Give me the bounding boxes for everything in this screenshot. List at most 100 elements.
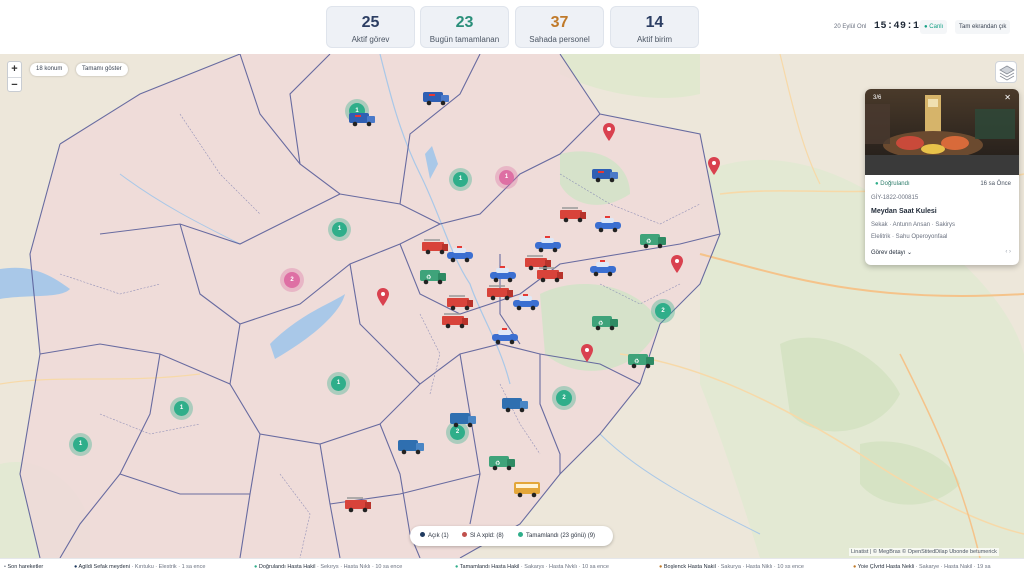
cluster-count: 1 bbox=[337, 226, 342, 232]
status-legend: Açık (1) Sl A xpld: (8) Tamamlandı (23 g… bbox=[410, 526, 613, 546]
layers-icon bbox=[999, 65, 1015, 81]
ticker-type: Doğrulandı bbox=[258, 564, 286, 570]
ticker-time: 10 ss ence bbox=[777, 564, 804, 570]
task-code: GİY-1822-000815 bbox=[871, 195, 919, 201]
task-detail-link[interactable]: Görev detayı ⌄ bbox=[871, 249, 912, 256]
stat-card-active-units[interactable]: 14 Aktif birim bbox=[610, 6, 699, 48]
police-car-icon[interactable] bbox=[511, 292, 541, 312]
stat-value: 14 bbox=[645, 14, 664, 31]
stat-label: Bugün tamamlanan bbox=[429, 35, 500, 44]
cluster-marker[interactable]: 1 bbox=[499, 170, 514, 185]
garbage-truck-icon[interactable]: ♻ bbox=[487, 452, 517, 472]
ticker-item[interactable]: ● Agildi Sefak meydeni · Kırıtuku · Eles… bbox=[74, 559, 205, 574]
police-car-icon[interactable] bbox=[593, 214, 623, 234]
stat-card-active-tasks[interactable]: 25 Aktif görev bbox=[326, 6, 415, 48]
police-car-icon[interactable] bbox=[488, 264, 518, 284]
delivery-van-icon[interactable] bbox=[500, 394, 530, 414]
ticker-place: Hasta Hakil bbox=[491, 564, 520, 570]
ticker-item[interactable]: ● Boşlenck Hasta Nakil · Sakurya · Hasta… bbox=[659, 559, 804, 574]
ticker-place: Hasta Nakil bbox=[687, 564, 716, 570]
location-pin-icon[interactable] bbox=[581, 344, 593, 362]
location-pin-icon[interactable] bbox=[708, 157, 720, 175]
ticker-item[interactable]: ● Yoie Çİvrtd Hasta Nekli · Sakarye · Ha… bbox=[853, 559, 991, 574]
ambulance-icon[interactable] bbox=[347, 108, 377, 128]
cluster-marker[interactable]: 1 bbox=[453, 172, 468, 187]
stat-value: 23 bbox=[455, 14, 474, 31]
legend-item-open[interactable]: Açık (1) bbox=[420, 526, 449, 546]
layers-button[interactable] bbox=[995, 61, 1017, 83]
ticker-item[interactable]: ● Tamamlandı Hasta Hakil · Sakarys · Has… bbox=[455, 559, 609, 574]
close-icon[interactable]: ✕ bbox=[1004, 93, 1011, 102]
garbage-truck-icon[interactable]: ♻ bbox=[590, 312, 620, 332]
task-photo bbox=[865, 89, 1019, 175]
status-label: Doğrulandı bbox=[880, 181, 910, 187]
police-car-icon[interactable] bbox=[588, 258, 618, 278]
chevron-down-icon: ⌄ bbox=[905, 250, 913, 256]
zoom-control: + − bbox=[7, 61, 22, 92]
cluster-count: 1 bbox=[78, 441, 83, 447]
fire-truck-icon[interactable] bbox=[535, 264, 565, 284]
garbage-truck-icon[interactable]: ♻ bbox=[626, 350, 656, 370]
police-car-icon[interactable] bbox=[490, 326, 520, 346]
legend-item-in-progress[interactable]: Sl A xpld: (8) bbox=[462, 526, 504, 546]
location-pin-icon[interactable] bbox=[377, 288, 389, 306]
fire-truck-icon[interactable] bbox=[440, 310, 470, 330]
ticker-time: 19 sa bbox=[977, 564, 991, 570]
zoom-in-button[interactable]: + bbox=[8, 62, 21, 77]
police-car-icon[interactable] bbox=[445, 244, 475, 264]
ticker-time: 10 sa ence bbox=[582, 564, 609, 570]
location-pin-icon[interactable] bbox=[603, 123, 615, 141]
ticker-district: Sakarye bbox=[919, 564, 940, 570]
ticker-time: 1 sa ence bbox=[181, 564, 206, 570]
cluster-marker[interactable]: 1 bbox=[73, 437, 88, 452]
police-car-icon[interactable] bbox=[533, 234, 563, 254]
garbage-truck-icon[interactable]: ♻ bbox=[418, 266, 448, 286]
popup-pager[interactable]: ‹ › bbox=[1005, 249, 1011, 255]
map-attribution[interactable]: Linatist | © MegBras © OpenStitedDilap U… bbox=[849, 548, 999, 556]
clock-time: 15:49:14 bbox=[874, 21, 927, 32]
task-title: Meydan Saat Kulesi bbox=[871, 208, 937, 215]
live-button[interactable]: ● Canlı bbox=[920, 20, 948, 34]
cluster-marker[interactable]: 1 bbox=[174, 401, 189, 416]
exit-fullscreen-button[interactable]: Tam ekrandan çık bbox=[955, 20, 1011, 34]
stat-label: Aktif birim bbox=[636, 35, 673, 44]
map-view[interactable]: 1 1 1 1 2 2 1 1 1 2 2 ♻ ♻ ♻ ♻ ♻ + − 18 k… bbox=[0, 54, 1024, 558]
delivery-van-icon[interactable] bbox=[396, 436, 426, 456]
ambulance-icon[interactable] bbox=[421, 87, 451, 107]
bus-icon[interactable] bbox=[512, 479, 542, 499]
ticker-type: Boşlenck bbox=[663, 564, 687, 570]
cluster-marker[interactable]: 2 bbox=[284, 272, 300, 288]
cluster-count: 2 bbox=[290, 277, 294, 283]
ticker-place: Sefak meydeni bbox=[93, 564, 130, 570]
ticker-place: Hasta Hakil bbox=[287, 564, 316, 570]
location-pin-icon[interactable] bbox=[671, 255, 683, 273]
cluster-marker[interactable]: 2 bbox=[556, 390, 572, 406]
fire-truck-icon[interactable] bbox=[445, 292, 475, 312]
cluster-count: 1 bbox=[504, 174, 509, 180]
stat-value: 25 bbox=[361, 14, 380, 31]
legend-item-completed[interactable]: Tamamlandı (23 gönü) (9) bbox=[518, 526, 595, 546]
stat-card-completed-today[interactable]: 23 Bugün tamamlanan bbox=[420, 6, 509, 48]
fire-truck-icon[interactable] bbox=[343, 494, 373, 514]
ambulance-icon[interactable] bbox=[590, 164, 620, 184]
live-label: Canlı bbox=[929, 24, 944, 30]
svg-text:♻: ♻ bbox=[598, 320, 603, 327]
task-popup-card[interactable]: 3/6 ✕ ● Doğrulandı 16 sa Önce GİY-1822-0… bbox=[865, 89, 1019, 265]
cluster-count: 1 bbox=[179, 405, 184, 411]
legend-dot-icon bbox=[462, 532, 467, 537]
garbage-truck-icon[interactable]: ♻ bbox=[638, 230, 668, 250]
cluster-marker[interactable]: 1 bbox=[332, 222, 347, 237]
app-root: 25 Aktif görev 23 Bugün tamamlanan 37 Sa… bbox=[0, 0, 1024, 574]
cluster-count: 1 bbox=[458, 176, 463, 182]
stat-card-field-staff[interactable]: 37 Sahada personel bbox=[515, 6, 604, 48]
ticker-item[interactable]: ● Doğrulandı Hasta Hakil · Sekırys · Has… bbox=[254, 559, 402, 574]
fire-truck-icon[interactable] bbox=[558, 204, 588, 224]
zoom-out-button[interactable]: − bbox=[8, 77, 21, 92]
ticker-type: Yoie Çİvrtd bbox=[857, 564, 885, 570]
delivery-van-icon[interactable] bbox=[448, 409, 478, 429]
cluster-count: 2 bbox=[455, 429, 460, 435]
cluster-marker[interactable]: 2 bbox=[655, 303, 671, 319]
cluster-marker[interactable]: 1 bbox=[331, 376, 346, 391]
show-all-button[interactable]: Tamamı göster bbox=[76, 63, 128, 76]
ticker-title: • Son hareketler bbox=[4, 559, 43, 574]
